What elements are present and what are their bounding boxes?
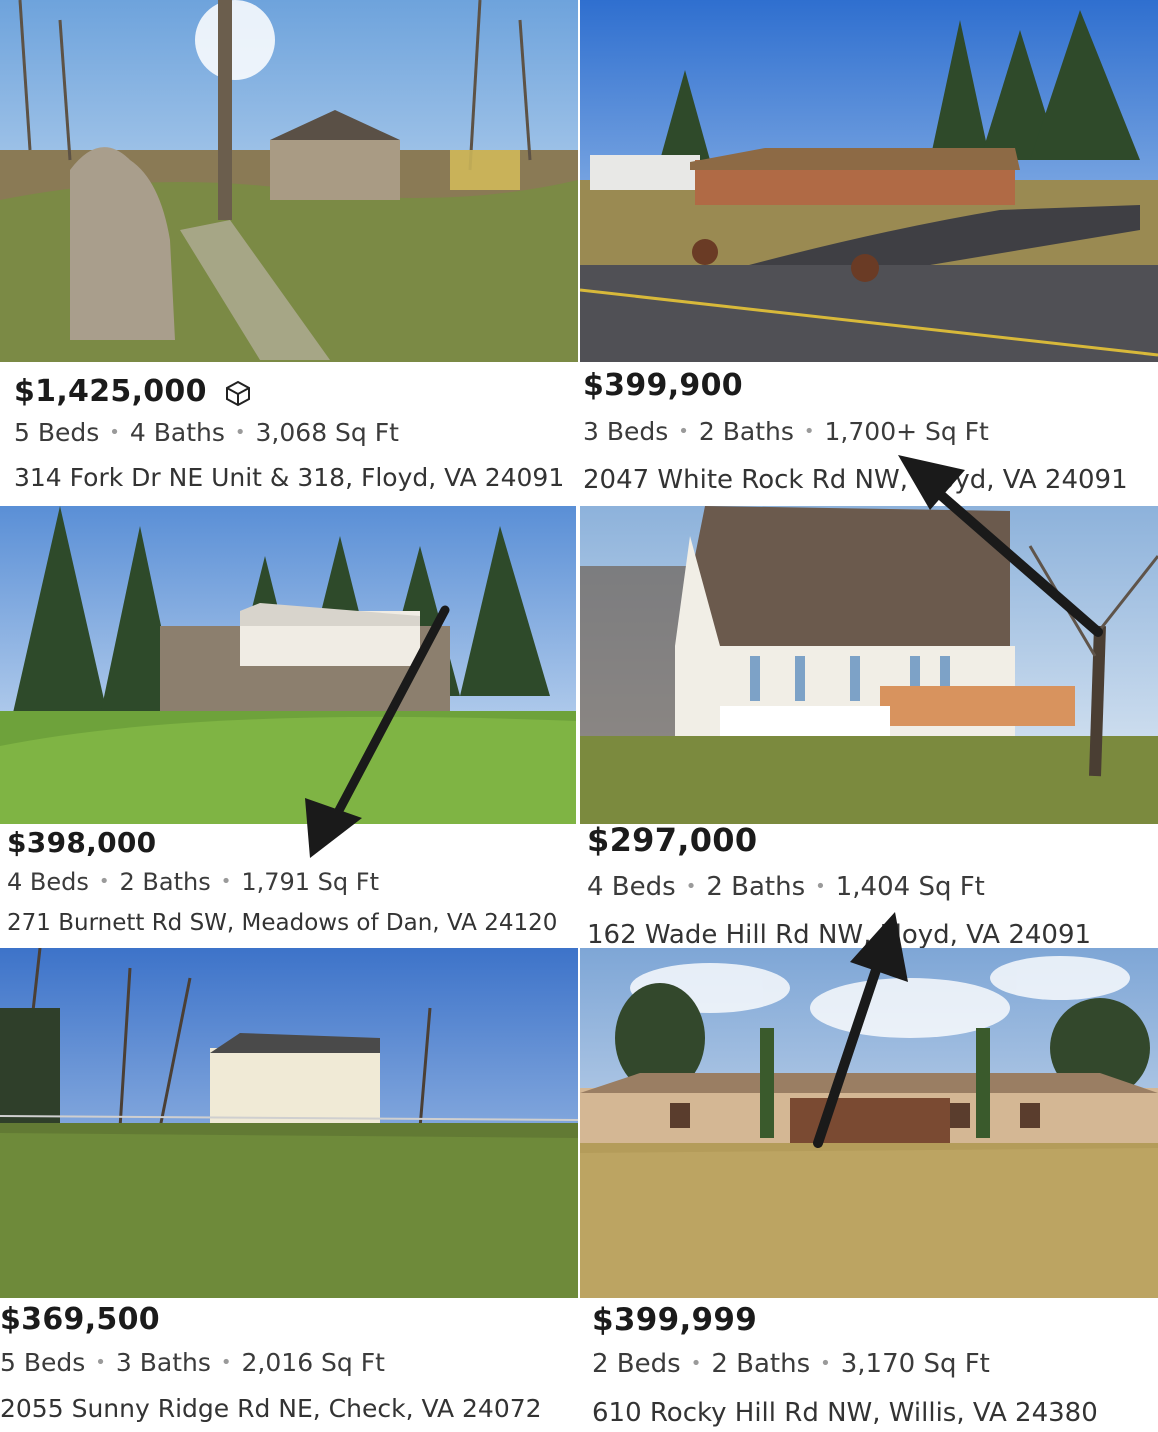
listing-photo-4[interactable] (580, 506, 1158, 824)
listing-stats: 5 Beds • 4 Baths • 3,068 Sq Ft (14, 418, 399, 447)
listing-stats: 4 Beds • 2 Baths • 1,791 Sq Ft (7, 868, 379, 896)
listing-address[interactable]: 2055 Sunny Ridge Rd NE, Check, VA 24072 (0, 1394, 542, 1423)
listing-stats: 3 Beds • 2 Baths • 1,700+ Sq Ft (583, 417, 989, 446)
listing-address[interactable]: 2047 White Rock Rd NW, Floyd, VA 24091 (583, 465, 1128, 495)
listing-stats: 2 Beds • 2 Baths • 3,170 Sq Ft (592, 1349, 990, 1379)
listing-stats: 5 Beds • 3 Baths • 2,016 Sq Ft (0, 1348, 385, 1377)
listing-price: $1,425,000 (14, 374, 252, 409)
listing-address[interactable]: 271 Burnett Rd SW, Meadows of Dan, VA 24… (7, 910, 557, 936)
listing-price: $399,999 (592, 1302, 758, 1338)
listing-price: $399,900 (583, 368, 743, 403)
listing-price: $398,000 (7, 826, 157, 859)
listing-address[interactable]: 610 Rocky Hill Rd NW, Willis, VA 24380 (592, 1398, 1098, 1428)
listing-address[interactable]: 162 Wade Hill Rd NW, Floyd, VA 24091 (587, 920, 1091, 950)
listing-photo-6[interactable] (580, 948, 1158, 1298)
listing-photo-1[interactable] (0, 0, 578, 362)
listing-address[interactable]: 314 Fork Dr NE Unit & 318, Floyd, VA 240… (14, 463, 564, 492)
3d-tour-icon[interactable] (224, 379, 252, 407)
listing-photo-3[interactable] (0, 506, 576, 824)
listing-photo-2[interactable] (580, 0, 1158, 362)
listing-price: $369,500 (0, 1302, 160, 1337)
listing-stats: 4 Beds • 2 Baths • 1,404 Sq Ft (587, 872, 985, 902)
listing-price: $297,000 (587, 821, 758, 859)
listing-photo-5[interactable] (0, 948, 578, 1298)
